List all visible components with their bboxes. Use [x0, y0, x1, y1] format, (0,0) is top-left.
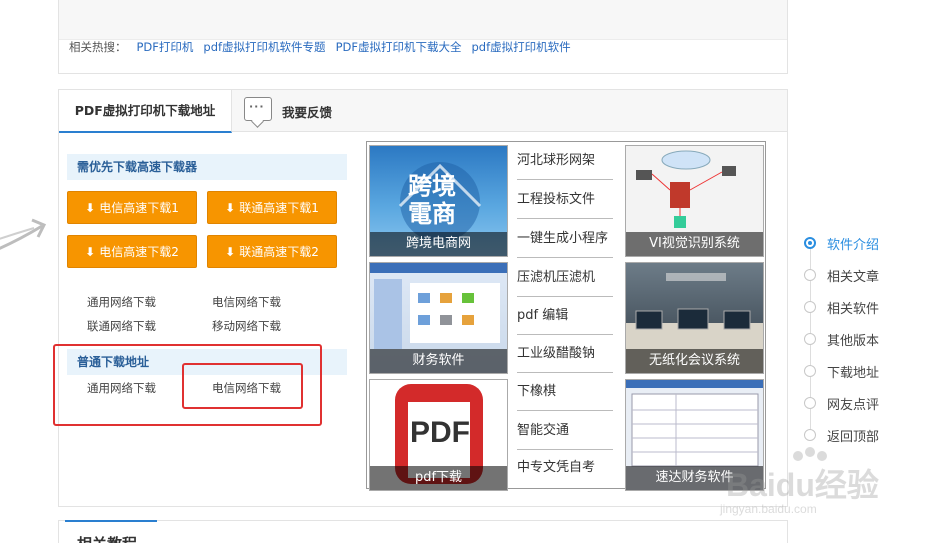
ad-text-link[interactable]: 河北球形网架 [517, 142, 613, 180]
ad-caption: 跨境电商网 [370, 232, 507, 256]
feedback-label: 我要反馈 [282, 105, 333, 120]
ad-text-link[interactable]: 压滤机压滤机 [517, 259, 613, 297]
download-arrow-icon: ⬇ [225, 201, 236, 215]
highlight-box-telecom-link [182, 363, 303, 409]
side-nav-item-download[interactable]: 下载地址 [800, 361, 930, 381]
telecom-fast-download-2-button[interactable]: ⬇ 电信高速下载2 [67, 235, 197, 268]
side-nav-label: 其他版本 [827, 334, 880, 349]
hot-search-link[interactable]: PDF虚拟打印机下载大全 [336, 40, 462, 54]
ad-text-link[interactable]: 智能交通 [517, 412, 613, 450]
unicom-fast-download-2-button[interactable]: ⬇ 联通高速下载2 [207, 235, 337, 268]
ad-tile-crossborder[interactable]: 跨境 電商 跨境电商网 [369, 145, 508, 257]
button-label: 电信高速下载2 [99, 245, 179, 259]
side-nav-item-articles[interactable]: 相关文章 [800, 265, 930, 285]
top-box-header [59, 0, 787, 40]
mobile-network-download-link[interactable]: 移动网络下载 [212, 318, 281, 334]
baidu-watermark: Baidu经验 jingyan.baidu.com [718, 446, 888, 526]
ad-text-link[interactable]: 下橡棋 [517, 373, 613, 411]
button-label: 联通高速下载2 [239, 245, 319, 259]
nav-dot-icon [804, 365, 816, 377]
download-arrow-icon: ⬇ [225, 245, 236, 259]
related-tab-underline [65, 520, 157, 522]
ad-caption: pdf下载 [370, 466, 507, 490]
ad-caption: 无纸化会议系统 [626, 349, 763, 373]
button-label: 联通高速下载1 [239, 201, 319, 215]
side-nav-item-back-to-top[interactable]: 返回顶部 [800, 425, 930, 445]
ad-caption: 财务软件 [370, 349, 507, 373]
tab-download-address[interactable]: PDF虚拟打印机下载地址 [59, 90, 232, 133]
ad-text-link[interactable]: 工程投标文件 [517, 181, 613, 219]
hot-search-link[interactable]: pdf虚拟打印机软件 [471, 40, 570, 54]
side-nav-label: 相关文章 [827, 270, 880, 285]
watermark-brand: Baidu经验 [726, 467, 879, 503]
decorative-arrow [0, 218, 47, 250]
ad-text-link[interactable]: 工业级醋酸钠 [517, 335, 613, 373]
hot-search-row: 相关热搜： PDF打印机 pdf虚拟打印机软件专题 PDF虚拟打印机下载大全 pdf虚拟… [69, 40, 571, 54]
download-arrow-icon: ⬇ [85, 245, 96, 259]
unicom-network-download-link[interactable]: 联通网络下载 [87, 318, 156, 334]
hot-search-label: 相关热搜： [69, 40, 127, 54]
side-nav-label: 相关软件 [827, 302, 880, 317]
related-tutorials-title: 相关教程 [77, 533, 137, 543]
hot-search-box: 相关热搜： PDF打印机 pdf虚拟打印机软件专题 PDF虚拟打印机下载大全 pdf虚拟… [58, 0, 788, 74]
general-network-download-link[interactable]: 通用网络下载 [87, 294, 156, 310]
ad-text-link[interactable]: 中专文凭自考 [517, 449, 613, 487]
telecom-fast-download-1-button[interactable]: ⬇ 电信高速下载1 [67, 191, 197, 224]
ad-text-link[interactable]: pdf 编辑 [517, 297, 613, 335]
nav-dot-icon [804, 333, 816, 345]
download-arrow-icon: ⬇ [85, 201, 96, 215]
pdf-icon-text: PDF [410, 416, 470, 449]
ad-text-link[interactable]: 一键生成小程序 [517, 220, 613, 258]
telecom-network-download-link[interactable]: 电信网络下载 [212, 294, 281, 310]
side-nav-label: 软件介绍 [827, 238, 880, 253]
comment-dots: ··· [249, 100, 265, 113]
ad-tile-finance-software[interactable]: 财务软件 [369, 262, 508, 374]
hot-search-link[interactable]: PDF打印机 [137, 40, 194, 54]
tab-feedback[interactable]: ··· 我要反馈 [244, 96, 354, 126]
side-nav-item-related-software[interactable]: 相关软件 [800, 297, 930, 317]
ad-grid: 跨境 電商 跨境电商网 财务软件 PDF pdf下载 河北球形网架 工程投标文件… [366, 141, 766, 491]
ad-tile-pdf-download[interactable]: PDF pdf下载 [369, 379, 508, 491]
watermark-url: jingyan.baidu.com [720, 502, 817, 516]
nav-dot-icon [804, 269, 816, 281]
hot-search-link[interactable]: pdf虚拟打印机软件专题 [203, 40, 325, 54]
ad-caption: VI视觉识别系统 [626, 232, 763, 256]
ad-tile-vi-system[interactable]: VI视觉识别系统 [625, 145, 764, 257]
side-nav-label: 网友点评 [827, 398, 880, 413]
side-nav-label: 下载地址 [827, 366, 880, 381]
panel-tabs: PDF虚拟打印机下载地址 ··· 我要反馈 [59, 90, 787, 133]
side-nav-item-other-versions[interactable]: 其他版本 [800, 329, 930, 349]
ad-tile-art-text: 跨境 電商 [408, 172, 456, 228]
related-tutorials-box: 相关教程 [58, 520, 788, 543]
nav-dot-icon [804, 429, 816, 441]
button-label: 电信高速下载1 [99, 201, 179, 215]
nav-dot-icon [804, 237, 816, 249]
side-nav-label: 返回顶部 [827, 430, 880, 445]
priority-heading: 需优先下载高速下载器 [67, 154, 347, 180]
side-nav-item-reviews[interactable]: 网友点评 [800, 393, 930, 413]
ad-tile-paperless-meeting[interactable]: 无纸化会议系统 [625, 262, 764, 374]
unicom-fast-download-1-button[interactable]: ⬇ 联通高速下载1 [207, 191, 337, 224]
side-nav-item-intro[interactable]: 软件介绍 [800, 233, 930, 253]
nav-dot-icon [804, 397, 816, 409]
nav-dot-icon [804, 301, 816, 313]
